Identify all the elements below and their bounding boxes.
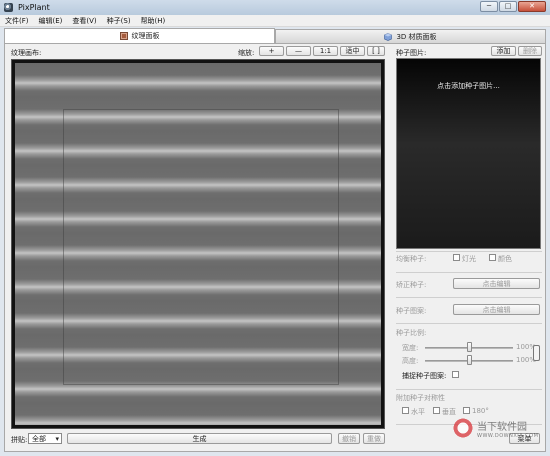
panel-tabs: 纹理面板 3D 材质面板 xyxy=(4,28,546,43)
divider xyxy=(396,323,542,324)
tile-select[interactable]: 全部 ▾ xyxy=(28,433,62,444)
straighten-edit-button[interactable]: 点击编辑 xyxy=(453,278,540,289)
divider xyxy=(396,389,542,390)
divider xyxy=(396,272,542,273)
zoom-fit-button[interactable]: 适中 xyxy=(340,46,365,56)
zoom-frame-button[interactable]: [ ] xyxy=(367,46,385,56)
add-seed-button[interactable]: 添加 xyxy=(491,46,516,56)
seed-hint-text: 点击添加种子图片... xyxy=(437,82,500,90)
texture-panel-icon xyxy=(119,32,128,40)
capture-pattern-checkbox[interactable] xyxy=(452,371,459,378)
texture-preview xyxy=(15,63,381,425)
minimize-button[interactable]: ─ xyxy=(480,1,498,12)
width-label: 宽度: xyxy=(402,344,419,352)
uniform-seed-label: 均衡种子: xyxy=(396,255,427,263)
menu-help[interactable]: 帮助(H) xyxy=(136,16,171,26)
seed-scale-label: 种子比例: xyxy=(396,329,427,337)
color-checkbox[interactable] xyxy=(489,254,496,261)
tab-material-label: 3D 材质面板 xyxy=(396,32,437,41)
delete-seed-button[interactable]: 删除 xyxy=(518,46,542,56)
tab-material-panel[interactable]: 3D 材质面板 xyxy=(275,29,546,43)
divider xyxy=(396,251,542,252)
seed-images-label: 种子图片: xyxy=(396,49,427,57)
title-bar: PixPlant ─ □ ✕ xyxy=(0,0,550,15)
straighten-seed-label: 矫正种子: xyxy=(396,281,427,289)
zoom-out-button[interactable]: — xyxy=(286,46,311,56)
window-title: PixPlant xyxy=(18,3,50,12)
chevron-down-icon: ▾ xyxy=(55,434,59,443)
link-chain-icon[interactable] xyxy=(533,345,540,361)
texture-canvas[interactable] xyxy=(11,59,385,429)
zoom-label: 缩放: xyxy=(238,49,255,57)
menu-file[interactable]: 文件(F) xyxy=(0,16,34,26)
menu-view[interactable]: 查看(V) xyxy=(67,16,101,26)
width-slider-thumb[interactable] xyxy=(466,342,472,352)
pixplant-app-icon xyxy=(4,3,13,12)
material-cube-icon xyxy=(384,32,393,41)
watermark-logo-icon xyxy=(452,417,474,439)
symmetry-label: 附加种子对称性 xyxy=(396,394,445,402)
vertical-checkbox[interactable] xyxy=(433,407,440,414)
menu-seed[interactable]: 种子(S) xyxy=(102,16,136,26)
zoom-in-button[interactable]: + xyxy=(259,46,284,56)
tab-texture-label: 纹理面板 xyxy=(131,32,160,40)
pattern-edit-button[interactable]: 点击编辑 xyxy=(453,304,540,315)
horizontal-checkbox[interactable] xyxy=(402,407,409,414)
tile-label: 拼贴: xyxy=(11,436,28,444)
seed-image-area[interactable]: 点击添加种子图片... xyxy=(396,58,541,249)
tile-guide xyxy=(63,109,339,385)
canvas-label: 纹理画布: xyxy=(11,49,42,57)
generate-button[interactable]: 生成 xyxy=(67,433,332,444)
close-button[interactable]: ✕ xyxy=(518,1,546,12)
undo-button[interactable]: 撤销 xyxy=(338,433,360,444)
zoom-1to1-button[interactable]: 1:1 xyxy=(313,46,338,56)
lighting-label: 灯光 xyxy=(462,255,476,263)
menu-edit[interactable]: 编辑(E) xyxy=(34,16,68,26)
horizontal-label: 水平 xyxy=(411,408,425,416)
menu-bar: 文件(F) 编辑(E) 查看(V) 种子(S) 帮助(H) xyxy=(0,15,550,27)
watermark-text: 当下软件园 WWW.DOWNXIA.COM xyxy=(477,418,538,439)
window-controls: ─ □ ✕ xyxy=(480,1,546,12)
redo-button[interactable]: 重做 xyxy=(363,433,385,444)
tab-texture-panel[interactable]: 纹理面板 xyxy=(4,28,275,43)
watermark: 当下软件园 WWW.DOWNXIA.COM xyxy=(452,410,540,446)
tile-select-value: 全部 xyxy=(32,434,46,443)
seed-pattern-label: 种子图案: xyxy=(396,307,427,315)
capture-pattern-label: 捕捉种子图案: xyxy=(402,372,447,380)
height-slider-thumb[interactable] xyxy=(466,355,472,365)
divider xyxy=(396,297,542,298)
watermark-main: 当下软件园 xyxy=(477,421,527,433)
maximize-button[interactable]: □ xyxy=(499,1,517,12)
texture-panel: 纹理画布: 缩放: + — 1:1 适中 [ ] 拼贴: 全部 ▾ 生成 撤销 … xyxy=(4,43,546,452)
lighting-checkbox[interactable] xyxy=(453,254,460,261)
watermark-sub: WWW.DOWNXIA.COM xyxy=(477,432,539,439)
height-label: 高度: xyxy=(402,357,419,365)
color-label: 颜色 xyxy=(498,255,512,263)
